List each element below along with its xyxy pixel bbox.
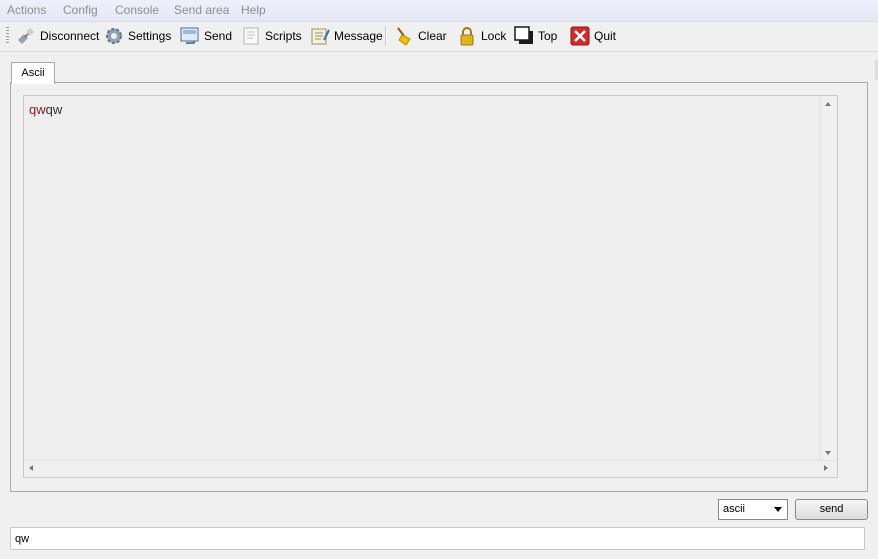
- scripts-button[interactable]: Scripts: [241, 25, 302, 47]
- menu-console[interactable]: Console: [115, 3, 159, 17]
- scroll-down-icon[interactable]: [825, 451, 831, 455]
- send-input[interactable]: qw: [10, 527, 865, 550]
- format-select-value: ascii: [723, 503, 746, 515]
- send-button[interactable]: send: [795, 499, 868, 520]
- scripts-icon: [241, 26, 261, 46]
- scroll-up-icon[interactable]: [825, 102, 831, 106]
- lock-label: Lock: [481, 29, 507, 43]
- message-label: Message: [334, 29, 383, 43]
- received-text: qw: [29, 102, 46, 117]
- scroll-right-icon[interactable]: [824, 465, 828, 471]
- lock-icon: [457, 26, 477, 46]
- chevron-down-icon: [774, 507, 782, 512]
- horizontal-scrollbar[interactable]: [24, 460, 837, 477]
- window-top-icon: [514, 26, 534, 46]
- sent-text: qw: [45, 102, 63, 117]
- console-content: qwqw: [29, 102, 62, 117]
- console-panel: qwqw: [10, 82, 868, 492]
- clear-label: Clear: [418, 29, 447, 43]
- disconnect-button[interactable]: Disconnect: [16, 25, 99, 47]
- menu-send-area[interactable]: Send area: [174, 3, 229, 17]
- toolbar-separator: [385, 26, 387, 46]
- vertical-scrollbar[interactable]: [820, 96, 837, 461]
- scripts-label: Scripts: [265, 29, 302, 43]
- menu-help[interactable]: Help: [241, 3, 266, 17]
- quit-label: Quit: [594, 29, 617, 43]
- console-output[interactable]: qwqw: [23, 95, 838, 478]
- format-select[interactable]: ascii: [718, 499, 788, 520]
- send-toolbar-label: Send: [204, 29, 233, 43]
- broom-icon: [394, 26, 414, 46]
- tab-ascii[interactable]: Ascii: [11, 62, 55, 84]
- lock-button[interactable]: Lock: [457, 25, 506, 47]
- menu-actions[interactable]: Actions: [7, 3, 46, 17]
- settings-button[interactable]: Settings: [104, 25, 171, 47]
- disconnect-label: Disconnect: [40, 29, 100, 43]
- toolbar-grip[interactable]: [6, 27, 9, 45]
- disconnect-icon: [16, 26, 36, 46]
- gear-icon: [104, 26, 124, 46]
- clear-button[interactable]: Clear: [394, 25, 447, 47]
- message-icon: [310, 26, 330, 46]
- settings-label: Settings: [128, 29, 172, 43]
- menu-bar: Actions Config Console Send area Help: [0, 0, 878, 22]
- quit-button[interactable]: Quit: [570, 25, 616, 47]
- send-toolbar-button[interactable]: Send: [180, 25, 232, 47]
- scroll-left-icon[interactable]: [29, 465, 33, 471]
- top-button[interactable]: Top: [514, 25, 557, 47]
- message-button[interactable]: Message: [310, 25, 383, 47]
- send-file-icon: [180, 26, 200, 46]
- close-icon: [570, 26, 590, 46]
- top-label: Top: [538, 29, 558, 43]
- menu-config[interactable]: Config: [63, 3, 98, 17]
- toolbar: Disconnect Settings Send Scripts Message…: [0, 22, 878, 52]
